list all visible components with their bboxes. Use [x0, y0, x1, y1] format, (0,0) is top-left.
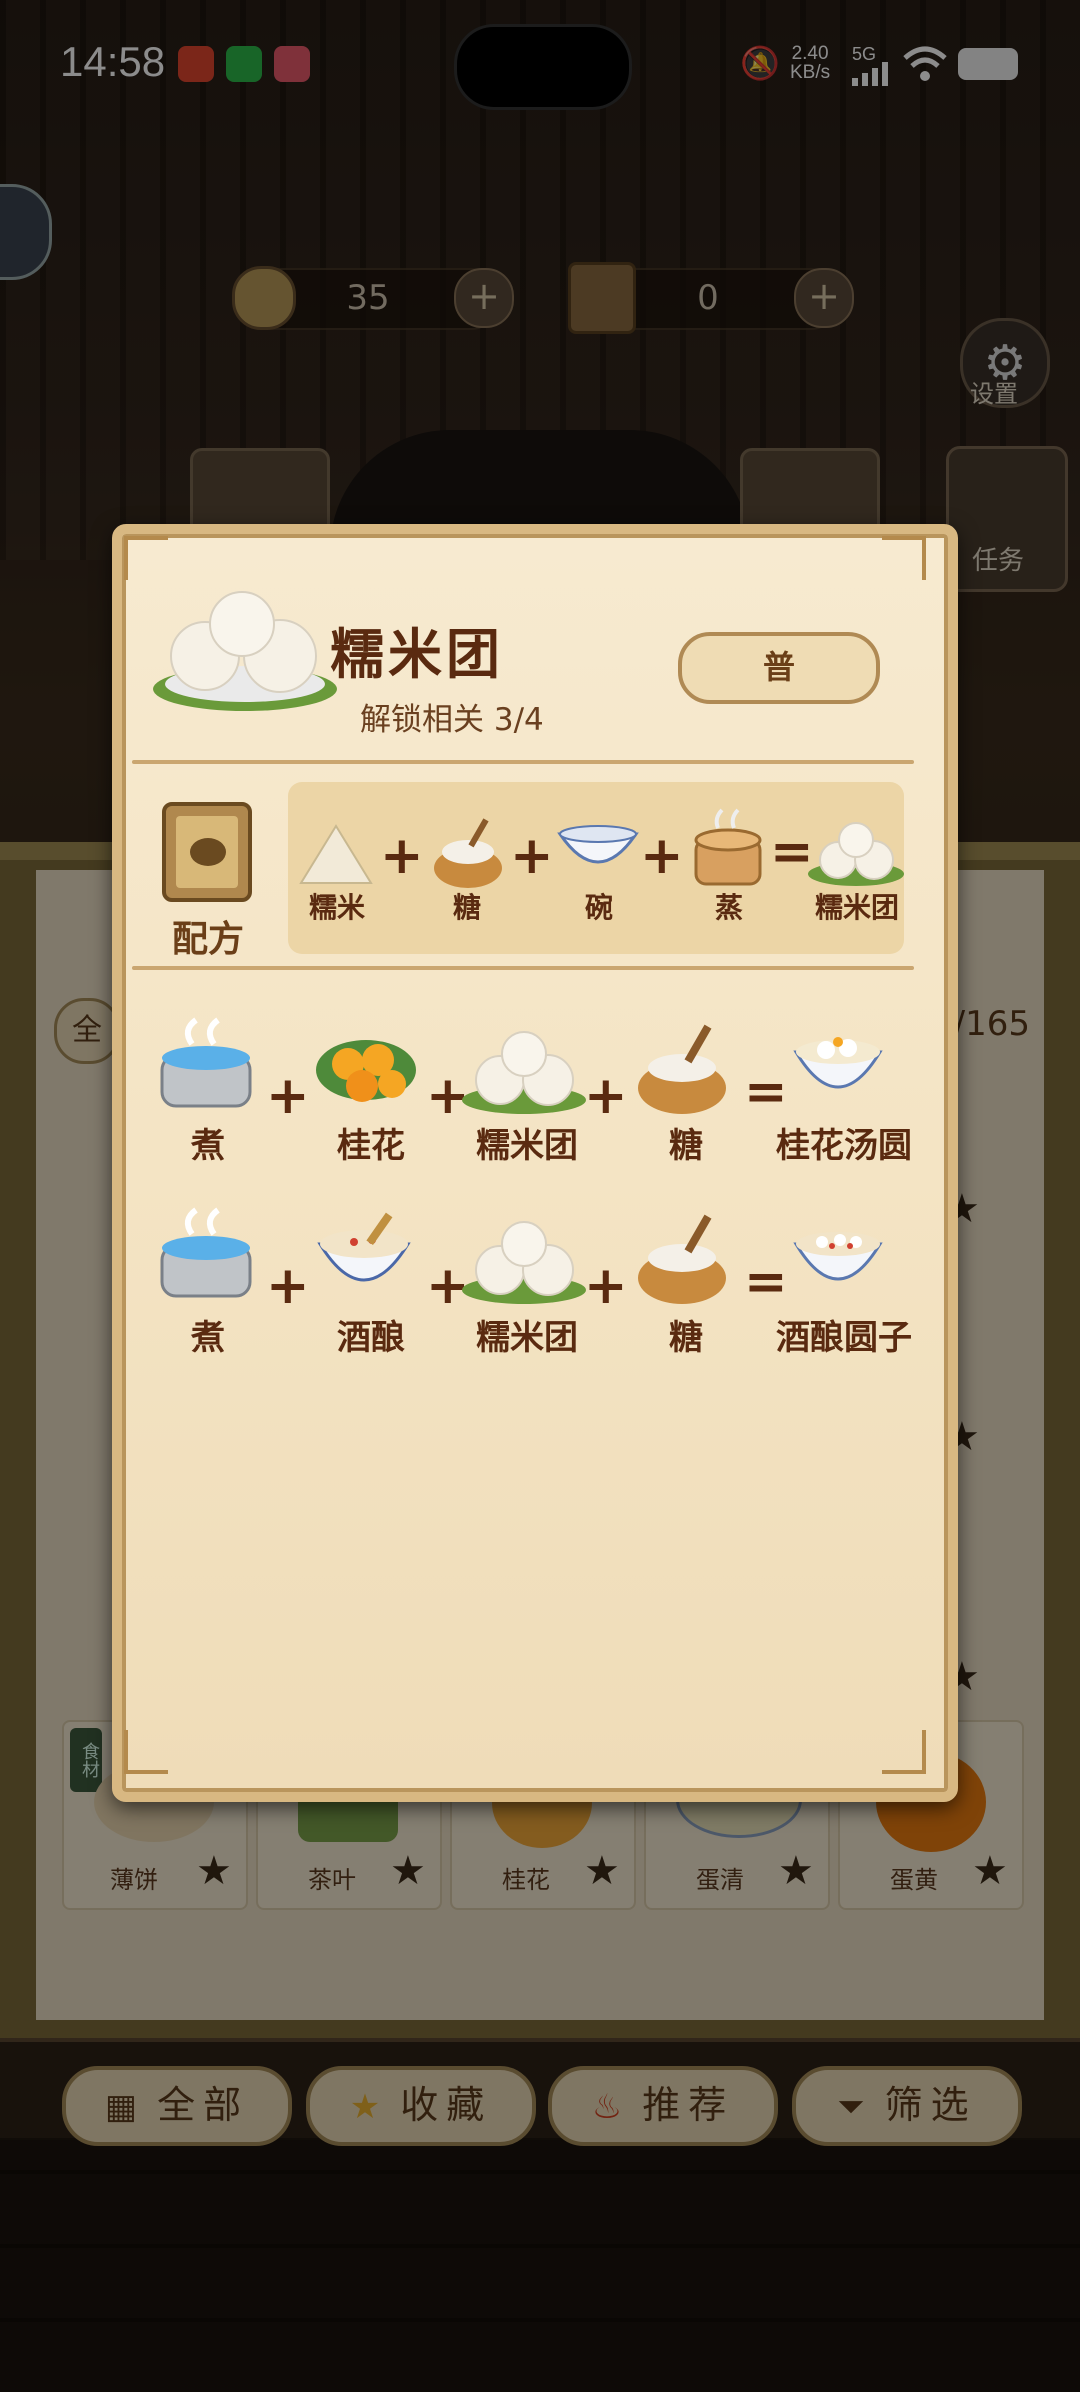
plus-operator: + [584, 1066, 628, 1126]
recipe-ingredient-label: 碗 [584, 891, 613, 924]
rice-ball-image [153, 591, 337, 711]
related-input-label: 酒酿 [337, 1318, 405, 1358]
sugar-sack-icon [638, 1214, 726, 1304]
equals-operator: = [744, 1252, 788, 1312]
divider [132, 760, 914, 764]
recipe-ingredient-label: 糯米团 [814, 891, 899, 924]
recipe-book-icon [162, 802, 252, 902]
plus-operator: + [584, 1256, 628, 1316]
related-input-label: 糯米团 [476, 1318, 578, 1358]
recipe-ingredient-label: 糖 [452, 891, 481, 924]
rice-ball-icon [462, 1031, 586, 1114]
glutinous-rice-icon [299, 824, 373, 884]
plus-operator: + [380, 826, 424, 886]
related-input-label: 煮 [191, 1318, 225, 1358]
corner-ornament [124, 1730, 168, 1774]
unlock-progress: 解锁相关 3/4 [360, 702, 544, 738]
corner-ornament [124, 536, 168, 580]
rarity-badge: 普 [678, 632, 880, 704]
related-input-label: 糖 [669, 1126, 703, 1166]
related-result-label: 酒酿圆子 [776, 1318, 912, 1358]
divider [132, 966, 914, 970]
corner-ornament [882, 1730, 926, 1774]
boiling-pot-icon [160, 1207, 252, 1298]
rice-ball-icon [462, 1221, 586, 1304]
plus-operator: + [266, 1066, 310, 1126]
recipe-ingredient-label: 蒸 [714, 891, 743, 924]
related-input-label: 煮 [191, 1126, 225, 1166]
related-input-label: 桂花 [337, 1126, 405, 1166]
plus-operator: + [640, 826, 684, 886]
sugar-sack-icon [638, 1024, 726, 1114]
plus-operator: + [510, 826, 554, 886]
fermented-rice-ball-icon [793, 1232, 883, 1281]
equals-operator: = [744, 1062, 788, 1122]
related-result-label: 桂花汤圆 [776, 1126, 912, 1166]
bowl-icon [557, 825, 639, 864]
corner-ornament [882, 536, 926, 580]
dish-name: 糯米团 [330, 623, 504, 686]
steamer-icon [694, 808, 762, 886]
sugar-sack-icon [434, 818, 502, 888]
rice-ball-result-icon [808, 822, 904, 886]
related-input-label: 糖 [669, 1318, 703, 1358]
fermented-rice-icon [317, 1212, 411, 1282]
osmanthus-dumpling-soup-icon [793, 1037, 883, 1089]
plus-operator: + [266, 1256, 310, 1316]
boiling-pot-icon [160, 1017, 252, 1108]
recipe-ingredient-label: 糯米 [308, 891, 365, 924]
related-input-label: 糯米团 [476, 1126, 578, 1166]
recipe-label: 配方 [172, 919, 245, 960]
osmanthus-icon [316, 1040, 416, 1102]
